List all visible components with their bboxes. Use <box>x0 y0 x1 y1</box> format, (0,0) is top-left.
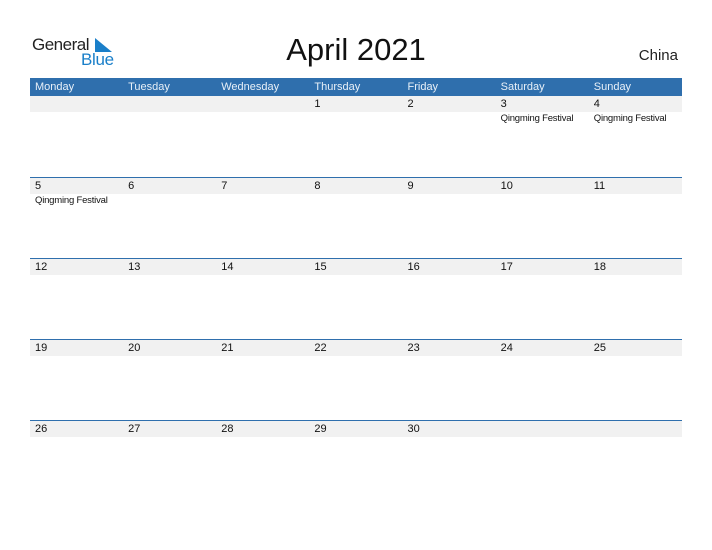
day-number: 24 <box>500 342 513 354</box>
week-row: 26 27 28 29 30 <box>30 420 682 501</box>
holiday-label: Qingming Festival <box>35 195 108 206</box>
day-cell: 13 <box>123 259 216 275</box>
day-number: 4 <box>593 98 600 110</box>
day-cell: 7 <box>216 178 309 208</box>
day-cell <box>30 96 123 126</box>
day-number: 27 <box>128 423 141 435</box>
day-cell: 17 <box>496 259 589 275</box>
day-number <box>128 96 216 112</box>
day-cell: 21 <box>216 340 309 356</box>
day-number: 14 <box>221 261 234 273</box>
day-number <box>221 96 309 112</box>
weekday-thursday: Thursday <box>314 81 361 93</box>
day-number: 1 <box>314 98 321 110</box>
day-cell: 26 <box>30 421 123 437</box>
day-number: 29 <box>314 423 327 435</box>
day-number: 23 <box>407 342 420 354</box>
day-number: 20 <box>128 342 141 354</box>
day-cell: 14 <box>216 259 309 275</box>
day-number: 22 <box>314 342 327 354</box>
weekday-tuesday: Tuesday <box>128 81 170 93</box>
day-number: 10 <box>500 180 513 192</box>
page-title: April 2021 <box>286 32 426 67</box>
weekday-header: Monday Tuesday Wednesday Thursday Friday Satu… <box>30 78 682 96</box>
day-number: 2 <box>407 98 414 110</box>
day-number: 30 <box>407 423 420 435</box>
week-row: 12 13 14 15 16 17 18 <box>30 258 682 339</box>
week-row: 5 Qingming Festival 6 7 8 9 10 11 <box>30 177 682 258</box>
week-row: 1 2 3 Qingming Festival 4 Qingming Festival <box>30 96 682 177</box>
day-cell: 20 <box>123 340 216 356</box>
day-number: 3 <box>500 98 507 110</box>
weekday-saturday: Saturday <box>500 81 545 93</box>
week-cells: 19 20 21 22 23 24 25 <box>30 340 682 356</box>
week-cells: 1 2 3 Qingming Festival 4 Qingming Festival <box>30 96 682 126</box>
day-cell <box>496 421 589 437</box>
day-cell: 25 <box>589 340 682 356</box>
day-cell: 12 <box>30 259 123 275</box>
day-cell <box>216 96 309 126</box>
day-cell: 19 <box>30 340 123 356</box>
day-cell: 23 <box>403 340 496 356</box>
day-number: 11 <box>593 180 606 192</box>
day-number: 19 <box>35 342 48 354</box>
day-cell: 15 <box>309 259 402 275</box>
day-cell: 10 <box>496 178 589 208</box>
day-number <box>594 421 682 437</box>
holiday-label: Qingming Festival <box>593 113 667 124</box>
day-number: 8 <box>314 180 321 192</box>
day-cell: 18 <box>589 259 682 275</box>
day-number: 9 <box>407 180 414 192</box>
week-cells: 5 Qingming Festival 6 7 8 9 10 11 <box>30 178 682 208</box>
day-cell: 3 Qingming Festival <box>496 96 589 126</box>
day-number: 15 <box>314 261 327 273</box>
day-cell: 24 <box>496 340 589 356</box>
weekday-friday: Friday <box>407 81 439 93</box>
day-cell: 4 Qingming Festival <box>589 96 682 126</box>
day-cell: 8 <box>309 178 402 208</box>
day-cell: 2 <box>403 96 496 126</box>
day-cell: 1 <box>309 96 402 126</box>
weekday-sunday: Sunday <box>593 81 632 93</box>
day-number <box>35 96 123 112</box>
weekday-monday: Monday <box>35 81 75 93</box>
holiday-label: Qingming Festival <box>500 113 574 124</box>
week-cells: 26 27 28 29 30 <box>30 421 682 437</box>
calendar-grid: Monday Tuesday Wednesday Thursday Friday Satu… <box>30 78 682 501</box>
day-number <box>501 421 589 437</box>
day-number: 7 <box>221 180 228 192</box>
day-cell <box>123 96 216 126</box>
weekday-wednesday: Wednesday <box>221 81 280 93</box>
day-number: 6 <box>128 180 135 192</box>
country-label: China <box>638 47 678 64</box>
day-number: 21 <box>221 342 234 354</box>
day-cell: 29 <box>309 421 402 437</box>
day-cell: 5 Qingming Festival <box>30 178 123 208</box>
day-cell: 27 <box>123 421 216 437</box>
day-number: 28 <box>221 423 234 435</box>
day-cell <box>589 421 682 437</box>
day-number: 26 <box>35 423 48 435</box>
day-number: 16 <box>407 261 420 273</box>
day-cell: 11 <box>589 178 682 208</box>
day-cell: 6 <box>123 178 216 208</box>
day-cell: 16 <box>403 259 496 275</box>
day-cell: 30 <box>403 421 496 437</box>
day-cell: 9 <box>403 178 496 208</box>
week-row: 19 20 21 22 23 24 25 <box>30 339 682 420</box>
day-number: 5 <box>35 180 42 192</box>
day-cell: 22 <box>309 340 402 356</box>
day-number: 25 <box>593 342 606 354</box>
week-cells: 12 13 14 15 16 17 18 <box>30 259 682 275</box>
day-number: 17 <box>500 261 513 273</box>
weeks-container: 1 2 3 Qingming Festival 4 Qingming Festival 5 Q… <box>30 96 682 501</box>
day-number: 12 <box>35 261 48 273</box>
day-cell: 28 <box>216 421 309 437</box>
day-number: 18 <box>593 261 606 273</box>
day-number: 13 <box>128 261 141 273</box>
